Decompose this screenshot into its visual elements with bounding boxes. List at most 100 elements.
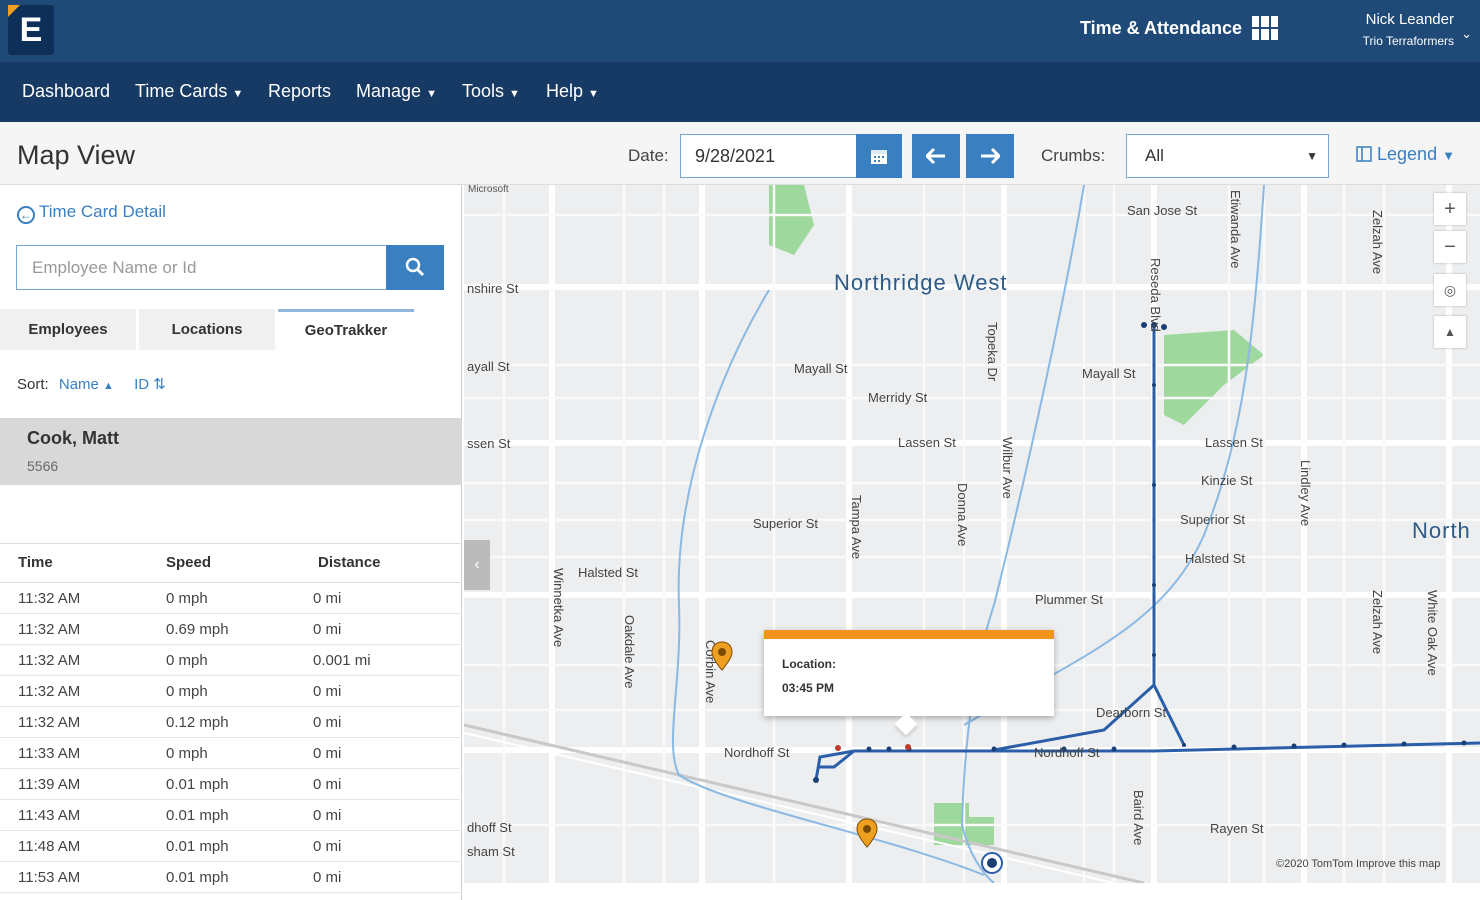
table-row[interactable]: 11:32 AM 0.12 mph 0 mi [0,707,462,738]
chevron-down-icon[interactable]: ⌄ [1461,26,1472,42]
location-pin-icon[interactable] [856,818,878,848]
table-row[interactable]: 11:33 AM 0 mph 0 mi [0,738,462,769]
date-label: Date: [628,146,669,165]
row-speed: 0.01 mph [166,807,229,824]
table-row[interactable]: 11:32 AM 0.69 mph 0 mi [0,614,462,645]
tab-employees[interactable]: Employees [0,309,136,350]
street-label: Dearborn St [1096,705,1167,720]
caret-down-icon: ▼ [509,88,520,100]
caret-down-icon: ▼ [588,88,599,100]
row-speed: 0 mph [166,590,208,607]
nav-manage[interactable]: Manage ▼ [356,81,437,102]
calendar-button[interactable] [856,134,902,178]
street-label: Superior St [1180,512,1246,527]
street-label: nshire St [467,281,519,296]
street-label: Baird Ave [1131,790,1146,846]
sort-toggle-icon: ⇅ [153,376,166,393]
caret-down-icon: ▼ [426,88,437,100]
nav-manage-label: Manage [356,81,422,101]
table-row[interactable]: 11:32 AM 0 mph 0.001 mi [0,645,462,676]
nav-reports-label: Reports [268,81,332,101]
apps-grid-icon[interactable] [1252,16,1278,40]
column-distance[interactable]: Distance [318,554,381,571]
row-distance: 0 mi [313,714,342,731]
collapse-panel-button[interactable]: ‹ [464,540,490,590]
sort-name-label: Name [58,376,99,393]
nav-reports[interactable]: Reports [268,81,331,102]
table-row[interactable]: 11:39 AM 0.01 mph 0 mi [0,769,462,800]
street-label: White Oak Ave [1425,590,1440,676]
table-row[interactable]: 11:43 AM 0.01 mph 0 mi [0,800,462,831]
legend-toggle[interactable]: Legend ▼ [1356,144,1455,165]
street-label: Superior St [753,516,819,531]
row-speed: 0.69 mph [166,621,229,638]
top-bar: E Time & Attendance Nick Leander Trio Te… [0,0,1480,62]
caret-down-icon: ▼ [232,88,244,100]
chevron-down-icon: ▼ [1306,149,1318,163]
next-day-button[interactable] [966,134,1014,178]
row-speed: 0.01 mph [166,838,229,855]
table-row[interactable]: 11:32 AM 0 mph 0 mi [0,583,462,614]
crumbs-selected-value: All [1145,146,1164,165]
street-label: Winnetka Ave [551,568,566,648]
geotrakker-table-header: Time Speed Distance [0,543,462,583]
legend-label: Legend [1377,144,1438,164]
street-label: Halsted St [578,565,638,580]
nav-dashboard[interactable]: Dashboard [22,81,110,102]
row-time: 11:32 AM [18,621,81,638]
sort-by-name[interactable]: Name ▲ [59,376,114,393]
area-label-2: North [1412,518,1471,543]
nav-help[interactable]: Help ▼ [546,81,599,102]
zoom-in-button[interactable]: + [1434,193,1466,225]
street-label: Nordhoff St [724,745,790,760]
nav-tools[interactable]: Tools ▼ [462,81,520,102]
column-speed[interactable]: Speed [166,554,211,571]
nav-time-cards-label: Time Cards [135,81,228,101]
table-row[interactable]: 11:53 AM 0.01 mph 0 mi [0,862,462,893]
app-title[interactable]: Time & Attendance [1080,18,1242,39]
row-time: 11:33 AM [18,745,81,762]
street-label: Rayen St [1210,821,1264,836]
row-distance: 0 mi [313,683,342,700]
crumbs-select[interactable]: All ▼ [1126,134,1329,178]
date-input[interactable] [680,134,856,178]
street-label: San Jose St [1127,203,1198,218]
search-button[interactable] [386,245,444,290]
column-time[interactable]: Time [18,554,53,571]
tab-geotrakker[interactable]: GeoTrakker [278,309,414,350]
arrow-right-icon [981,147,1002,165]
table-row[interactable]: 11:32 AM 0 mph 0 mi [0,676,462,707]
popup-time: 03:45 PM [782,681,835,695]
zoom-out-button[interactable]: − [1434,231,1466,263]
street-label: Plummer St [1035,592,1103,607]
map-toolbar: Map View Date: Crumbs: All ▼ Legend ▼ [0,122,1480,185]
previous-day-button[interactable] [912,134,960,178]
map-style-button[interactable]: ▲ [1434,316,1466,348]
location-popup[interactable]: Location: 03:45 PM [764,630,1054,736]
sort-by-id[interactable]: ID ⇅ [134,376,166,393]
compass-icon: ◎ [1443,282,1457,298]
street-label: Lindley Ave [1298,460,1313,527]
time-card-detail-link[interactable]: ← Time Card Detail [17,202,166,224]
table-row[interactable]: 11:48 AM 0.01 mph 0 mi [0,831,462,862]
row-distance: 0 mi [313,838,342,855]
row-time: 11:43 AM [18,807,81,824]
street-label: Reseda Blvd [1148,258,1163,332]
locate-button[interactable]: ◎ [1434,274,1466,306]
tab-locations[interactable]: Locations [139,309,275,350]
app-logo[interactable]: E [8,5,54,55]
back-arrow-icon: ← [17,206,35,224]
time-card-detail-label: Time Card Detail [39,202,166,221]
location-pin-icon[interactable] [711,641,733,671]
street-label: Mayall St [794,361,848,376]
employee-search-input[interactable] [16,245,387,290]
map-copyright: ©2020 TomTom Improve this map [1276,858,1441,870]
row-speed: 0.12 mph [166,714,229,731]
user-menu[interactable]: Nick Leander Trio Terraformers [1363,11,1454,48]
nav-time-cards[interactable]: Time Cards ▼ [135,81,243,102]
geotrakker-table-body: 11:32 AM 0 mph 0 mi 11:32 AM 0.69 mph 0 mi 11:… [0,583,462,893]
sort-ascending-icon: ▲ [103,380,114,392]
employee-list-item[interactable]: Cook, Matt 5566 [0,418,462,485]
company-name: Trio Terraformers [1362,34,1454,48]
row-speed: 0 mph [166,683,208,700]
